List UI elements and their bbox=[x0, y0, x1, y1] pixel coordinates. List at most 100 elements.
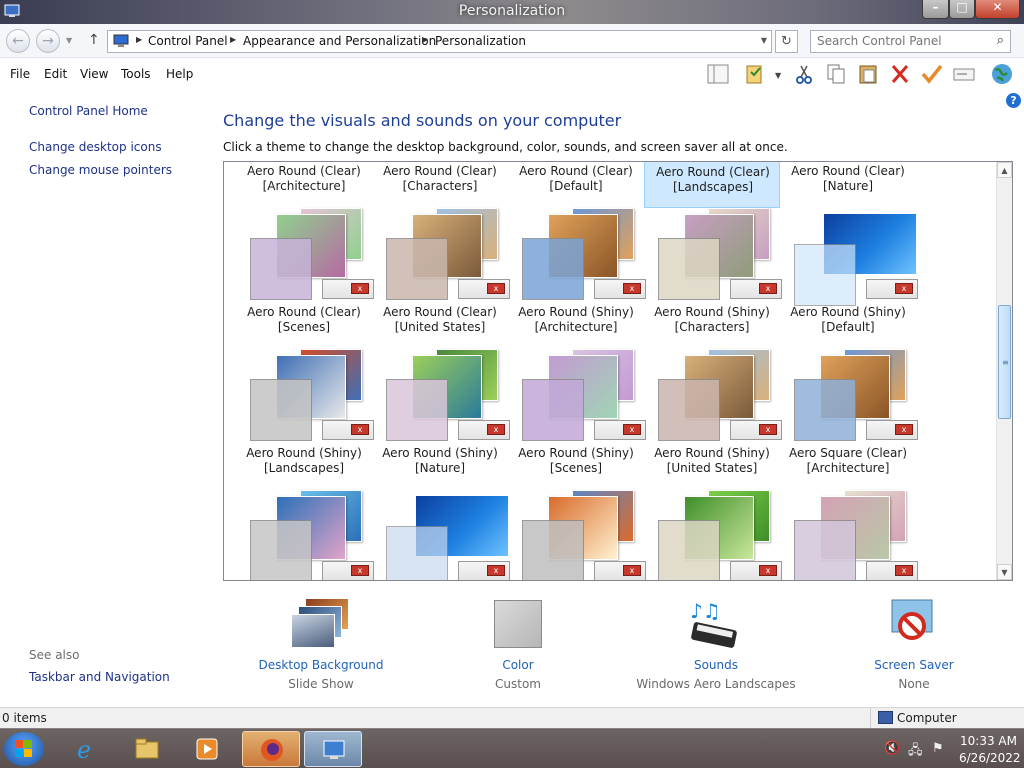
setting-sounds[interactable]: ♪♫ Sounds Windows Aero Landscapes bbox=[626, 598, 806, 691]
theme-tile[interactable]: x Aero Round (Shiny) [Characters] bbox=[644, 208, 782, 349]
theme-variant: [Architecture] bbox=[534, 320, 618, 334]
chevron-down-icon[interactable]: ▼ bbox=[761, 36, 767, 45]
vertical-scrollbar[interactable]: ▲ ≡ ▼ bbox=[996, 162, 1012, 580]
search-input[interactable] bbox=[817, 34, 987, 48]
theme-tile[interactable]: x bbox=[780, 490, 918, 580]
close-icon: x bbox=[895, 424, 913, 435]
taskbar-control-panel[interactable] bbox=[304, 731, 362, 767]
theme-name: Aero Round (Clear) bbox=[656, 165, 770, 179]
breadcrumb-appearance[interactable]: Appearance and Personalization bbox=[243, 34, 436, 48]
menu-edit[interactable]: Edit bbox=[44, 67, 67, 81]
theme-tile[interactable]: xAero Round (Clear)[Characters] bbox=[372, 162, 508, 208]
scroll-down-icon[interactable]: ▼ bbox=[997, 564, 1012, 580]
theme-preview-window: x bbox=[730, 279, 782, 299]
setting-label[interactable]: Color bbox=[428, 658, 608, 672]
help-icon[interactable]: ? bbox=[1006, 93, 1021, 108]
theme-tile[interactable]: x Aero Round (Shiny) [Architecture] bbox=[508, 208, 646, 349]
setting-desktop-background[interactable]: Desktop Background Slide Show bbox=[231, 598, 411, 691]
layout-icon[interactable] bbox=[706, 63, 730, 85]
cut-icon[interactable] bbox=[792, 63, 816, 85]
theme-tile[interactable]: x bbox=[644, 490, 782, 580]
theme-preview-window: x bbox=[730, 420, 782, 440]
theme-tile[interactable]: xAero Round (Clear)[Nature] bbox=[780, 162, 916, 208]
chevron-right-icon[interactable]: ▶ bbox=[230, 35, 236, 44]
chevron-right-icon[interactable]: ▶ bbox=[136, 35, 142, 44]
maximize-button[interactable]: □ bbox=[949, 0, 975, 19]
close-icon: x bbox=[623, 424, 641, 435]
theme-tile[interactable]: xAero Round (Clear)[Architecture] bbox=[236, 162, 372, 208]
theme-thumbnail: x bbox=[250, 349, 374, 441]
recent-pages-dropdown[interactable]: ▼ bbox=[66, 36, 72, 45]
setting-label[interactable]: Sounds bbox=[626, 658, 806, 672]
theme-tile[interactable]: x Aero Square (Clear) [Architecture] bbox=[780, 349, 918, 490]
scroll-thumb[interactable]: ≡ bbox=[998, 305, 1011, 419]
theme-tile[interactable]: x Aero Round (Shiny) [Scenes] bbox=[508, 349, 646, 490]
theme-thumbnail: x bbox=[386, 490, 510, 580]
refresh-button[interactable]: ↻ bbox=[775, 30, 798, 53]
change-desktop-icons-link[interactable]: Change desktop icons bbox=[29, 140, 162, 154]
control-panel-home-link[interactable]: Control Panel Home bbox=[29, 104, 148, 118]
volume-muted-icon[interactable]: 🔇 bbox=[884, 741, 900, 756]
action-center-icon[interactable]: ⚑ bbox=[932, 741, 944, 756]
theme-tile[interactable]: xAero Round (Clear)[Default] bbox=[508, 162, 644, 208]
theme-tile[interactable]: x bbox=[372, 490, 510, 580]
theme-tile[interactable]: x Aero Round (Clear) [United States] bbox=[372, 208, 510, 349]
setting-color[interactable]: Color Custom bbox=[428, 598, 608, 691]
setting-label[interactable]: Desktop Background bbox=[231, 658, 411, 672]
theme-preview-window: x bbox=[594, 561, 646, 580]
theme-preview-window: x bbox=[730, 561, 782, 580]
theme-tile[interactable]: x bbox=[508, 490, 646, 580]
theme-tile[interactable]: x Aero Round (Shiny) [Default] bbox=[780, 208, 918, 349]
globe-icon[interactable] bbox=[990, 63, 1014, 85]
theme-tile[interactable]: x Aero Round (Shiny) [United States] bbox=[644, 349, 782, 490]
scroll-up-icon[interactable]: ▲ bbox=[997, 162, 1012, 178]
search-icon[interactable]: ⌕ bbox=[997, 33, 1004, 48]
paste-icon[interactable] bbox=[856, 63, 880, 85]
theme-tile[interactable]: xAero Round (Clear)[Landscapes] bbox=[644, 162, 780, 208]
menu-view[interactable]: View bbox=[80, 67, 108, 81]
theme-tile[interactable]: x Aero Round (Clear) [Scenes] bbox=[236, 208, 374, 349]
breadcrumb-control-panel[interactable]: Control Panel bbox=[148, 34, 228, 48]
minimize-button[interactable]: – bbox=[922, 0, 949, 19]
chevron-right-icon[interactable]: ▶ bbox=[422, 35, 428, 44]
address-field[interactable]: ▶ Control Panel ▶ Appearance and Persona… bbox=[107, 30, 772, 53]
taskbar-firefox[interactable] bbox=[242, 731, 300, 767]
setting-value: Windows Aero Landscapes bbox=[636, 677, 796, 691]
taskbar-file-explorer[interactable] bbox=[118, 731, 176, 767]
menu-help[interactable]: Help bbox=[166, 67, 193, 81]
close-button[interactable]: ✕ bbox=[975, 0, 1020, 19]
search-box[interactable]: ⌕ bbox=[810, 30, 1011, 53]
menu-file[interactable]: File bbox=[10, 67, 30, 81]
theme-tile[interactable]: x bbox=[236, 490, 374, 580]
clock-date[interactable]: 6/26/2022 bbox=[959, 751, 1021, 765]
checkmark-icon[interactable] bbox=[920, 63, 944, 85]
network-icon[interactable]: 🖧 bbox=[908, 741, 923, 763]
close-icon: x bbox=[623, 565, 641, 576]
chevron-down-icon[interactable]: ▼ bbox=[775, 71, 781, 80]
change-mouse-pointers-link[interactable]: Change mouse pointers bbox=[29, 163, 172, 177]
taskbar-internet-explorer[interactable]: e bbox=[58, 731, 116, 767]
breadcrumb-personalization[interactable]: Personalization bbox=[435, 34, 526, 48]
close-icon: x bbox=[623, 283, 641, 294]
setting-label[interactable]: Screen Saver bbox=[824, 658, 1004, 672]
clock-time[interactable]: 10:33 AM bbox=[960, 734, 1017, 748]
rename-icon[interactable] bbox=[952, 63, 976, 85]
back-button[interactable]: ← bbox=[6, 29, 30, 53]
start-button[interactable] bbox=[4, 732, 44, 766]
up-button[interactable]: ↑ bbox=[88, 32, 100, 48]
taskbar-navigation-link[interactable]: Taskbar and Navigation bbox=[29, 670, 170, 684]
delete-icon[interactable] bbox=[888, 63, 912, 85]
status-location: Computer bbox=[897, 711, 957, 725]
theme-variant: [Scenes] bbox=[549, 461, 603, 475]
setting-screen-saver[interactable]: Screen Saver None bbox=[824, 598, 1004, 691]
menu-tools[interactable]: Tools bbox=[121, 67, 151, 81]
theme-name: Aero Round (Clear) bbox=[791, 164, 905, 178]
forward-button[interactable]: → bbox=[36, 29, 60, 53]
copy-icon[interactable] bbox=[824, 63, 848, 85]
theme-tile[interactable]: x Aero Round (Shiny) [Landscapes] bbox=[236, 349, 374, 490]
theme-tile[interactable]: x Aero Round (Shiny) [Nature] bbox=[372, 349, 510, 490]
properties-icon[interactable] bbox=[743, 63, 767, 85]
taskbar-media-player[interactable] bbox=[178, 731, 236, 767]
grip-icon: ≡ bbox=[1002, 358, 1009, 367]
theme-list: xAero Round (Clear)[Architecture]xAero R… bbox=[223, 161, 1013, 581]
